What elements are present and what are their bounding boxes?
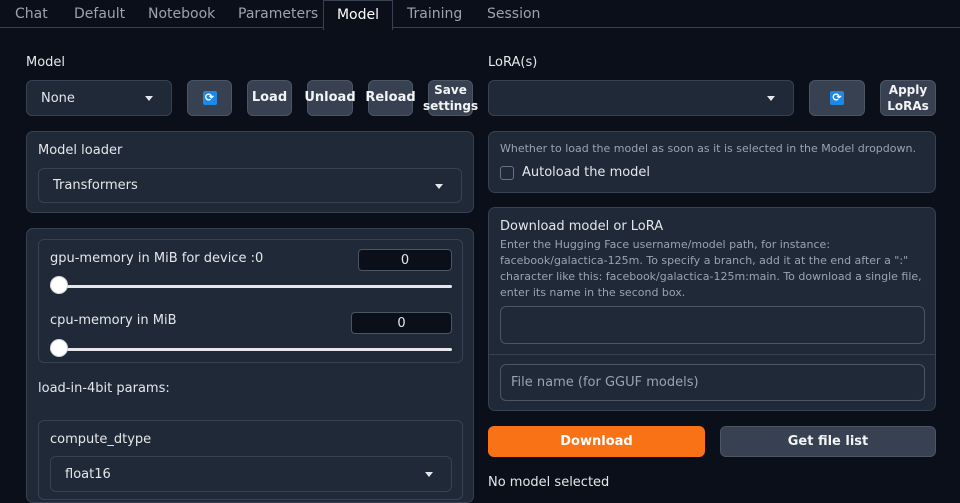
model-loader-dropdown[interactable]: Transformers: [38, 168, 462, 203]
tab-chat[interactable]: Chat: [15, 0, 48, 28]
download-info: Enter the Hugging Face username/model pa…: [500, 238, 922, 299]
gpu-memory-label: gpu-memory in MiB for device :0: [50, 251, 264, 266]
refresh-icon: ⟳: [202, 91, 217, 105]
apply-loras-button[interactable]: Apply LoRAs: [880, 80, 936, 116]
cpu-memory-slider-track[interactable]: [50, 348, 452, 351]
autoload-info: Whether to load the model as soon as it …: [500, 142, 916, 155]
gpu-memory-number-input[interactable]: 0: [358, 249, 452, 271]
chevron-down-icon: [767, 96, 775, 101]
lora-label: LoRA(s): [488, 55, 538, 70]
model-label: Model: [26, 55, 66, 70]
cpu-memory-slider-handle[interactable]: [50, 339, 68, 357]
chevron-down-icon: [145, 96, 153, 101]
download-title: Download model or LoRA: [500, 219, 664, 234]
tab-session[interactable]: Session: [487, 0, 540, 28]
download-panel: Download model or LoRA Enter the Hugging…: [488, 207, 936, 411]
compute-dtype-label: compute_dtype: [50, 432, 152, 447]
model-loader-value: Transformers: [53, 178, 138, 193]
load-button[interactable]: Load: [247, 80, 292, 116]
tab-model[interactable]: Model: [323, 0, 393, 30]
cpu-memory-number-input[interactable]: 0: [351, 312, 452, 334]
loader-params-panel: gpu-memory in MiB for device :0 0 cpu-me…: [26, 228, 474, 503]
autoload-panel: Whether to load the model as soon as it …: [488, 131, 936, 193]
load-in-4bit-heading: load-in-4bit params:: [38, 381, 170, 396]
compute-dtype-value: float16: [65, 466, 111, 482]
tab-parameters[interactable]: Parameters: [238, 0, 318, 28]
download-button[interactable]: Download: [488, 426, 705, 457]
compute-dtype-dropdown[interactable]: float16: [50, 456, 452, 492]
chevron-down-icon: [435, 183, 443, 189]
status-text: No model selected: [488, 475, 610, 490]
cpu-memory-label: cpu-memory in MiB: [50, 313, 177, 328]
refresh-lora-button[interactable]: ⟳: [809, 80, 865, 116]
model-loader-label: Model loader: [38, 143, 123, 158]
model-loader-panel: Model loader Transformers: [26, 131, 474, 213]
tab-training[interactable]: Training: [407, 0, 462, 28]
autoload-label[interactable]: Autoload the model: [522, 165, 650, 180]
tab-default[interactable]: Default: [74, 0, 125, 28]
gpu-memory-slider-track[interactable]: [50, 285, 452, 288]
refresh-model-button[interactable]: ⟳: [187, 80, 232, 116]
reload-button[interactable]: Reload: [365, 80, 416, 116]
unload-button[interactable]: Unload: [304, 80, 356, 116]
model-dropdown[interactable]: None: [26, 80, 172, 116]
save-settings-button[interactable]: Save settings: [423, 80, 478, 116]
compute-dtype-group: compute_dtype float16: [38, 420, 463, 500]
memory-sliders-group: gpu-memory in MiB for device :0 0 cpu-me…: [38, 239, 463, 363]
lora-dropdown[interactable]: [488, 80, 794, 116]
gpu-memory-slider-handle[interactable]: [50, 276, 68, 294]
autoload-checkbox[interactable]: [500, 166, 514, 180]
tab-notebook[interactable]: Notebook: [148, 0, 215, 28]
model-path-input[interactable]: [500, 306, 925, 344]
get-file-list-button[interactable]: Get file list: [720, 426, 936, 457]
model-dropdown-value: None: [41, 90, 75, 106]
refresh-icon: ⟳: [830, 91, 844, 105]
chevron-down-icon: [425, 472, 433, 477]
divider: [489, 354, 935, 355]
file-name-input[interactable]: File name (for GGUF models): [500, 364, 925, 401]
tab-bar: Chat Default Notebook Parameters Model T…: [0, 0, 960, 30]
